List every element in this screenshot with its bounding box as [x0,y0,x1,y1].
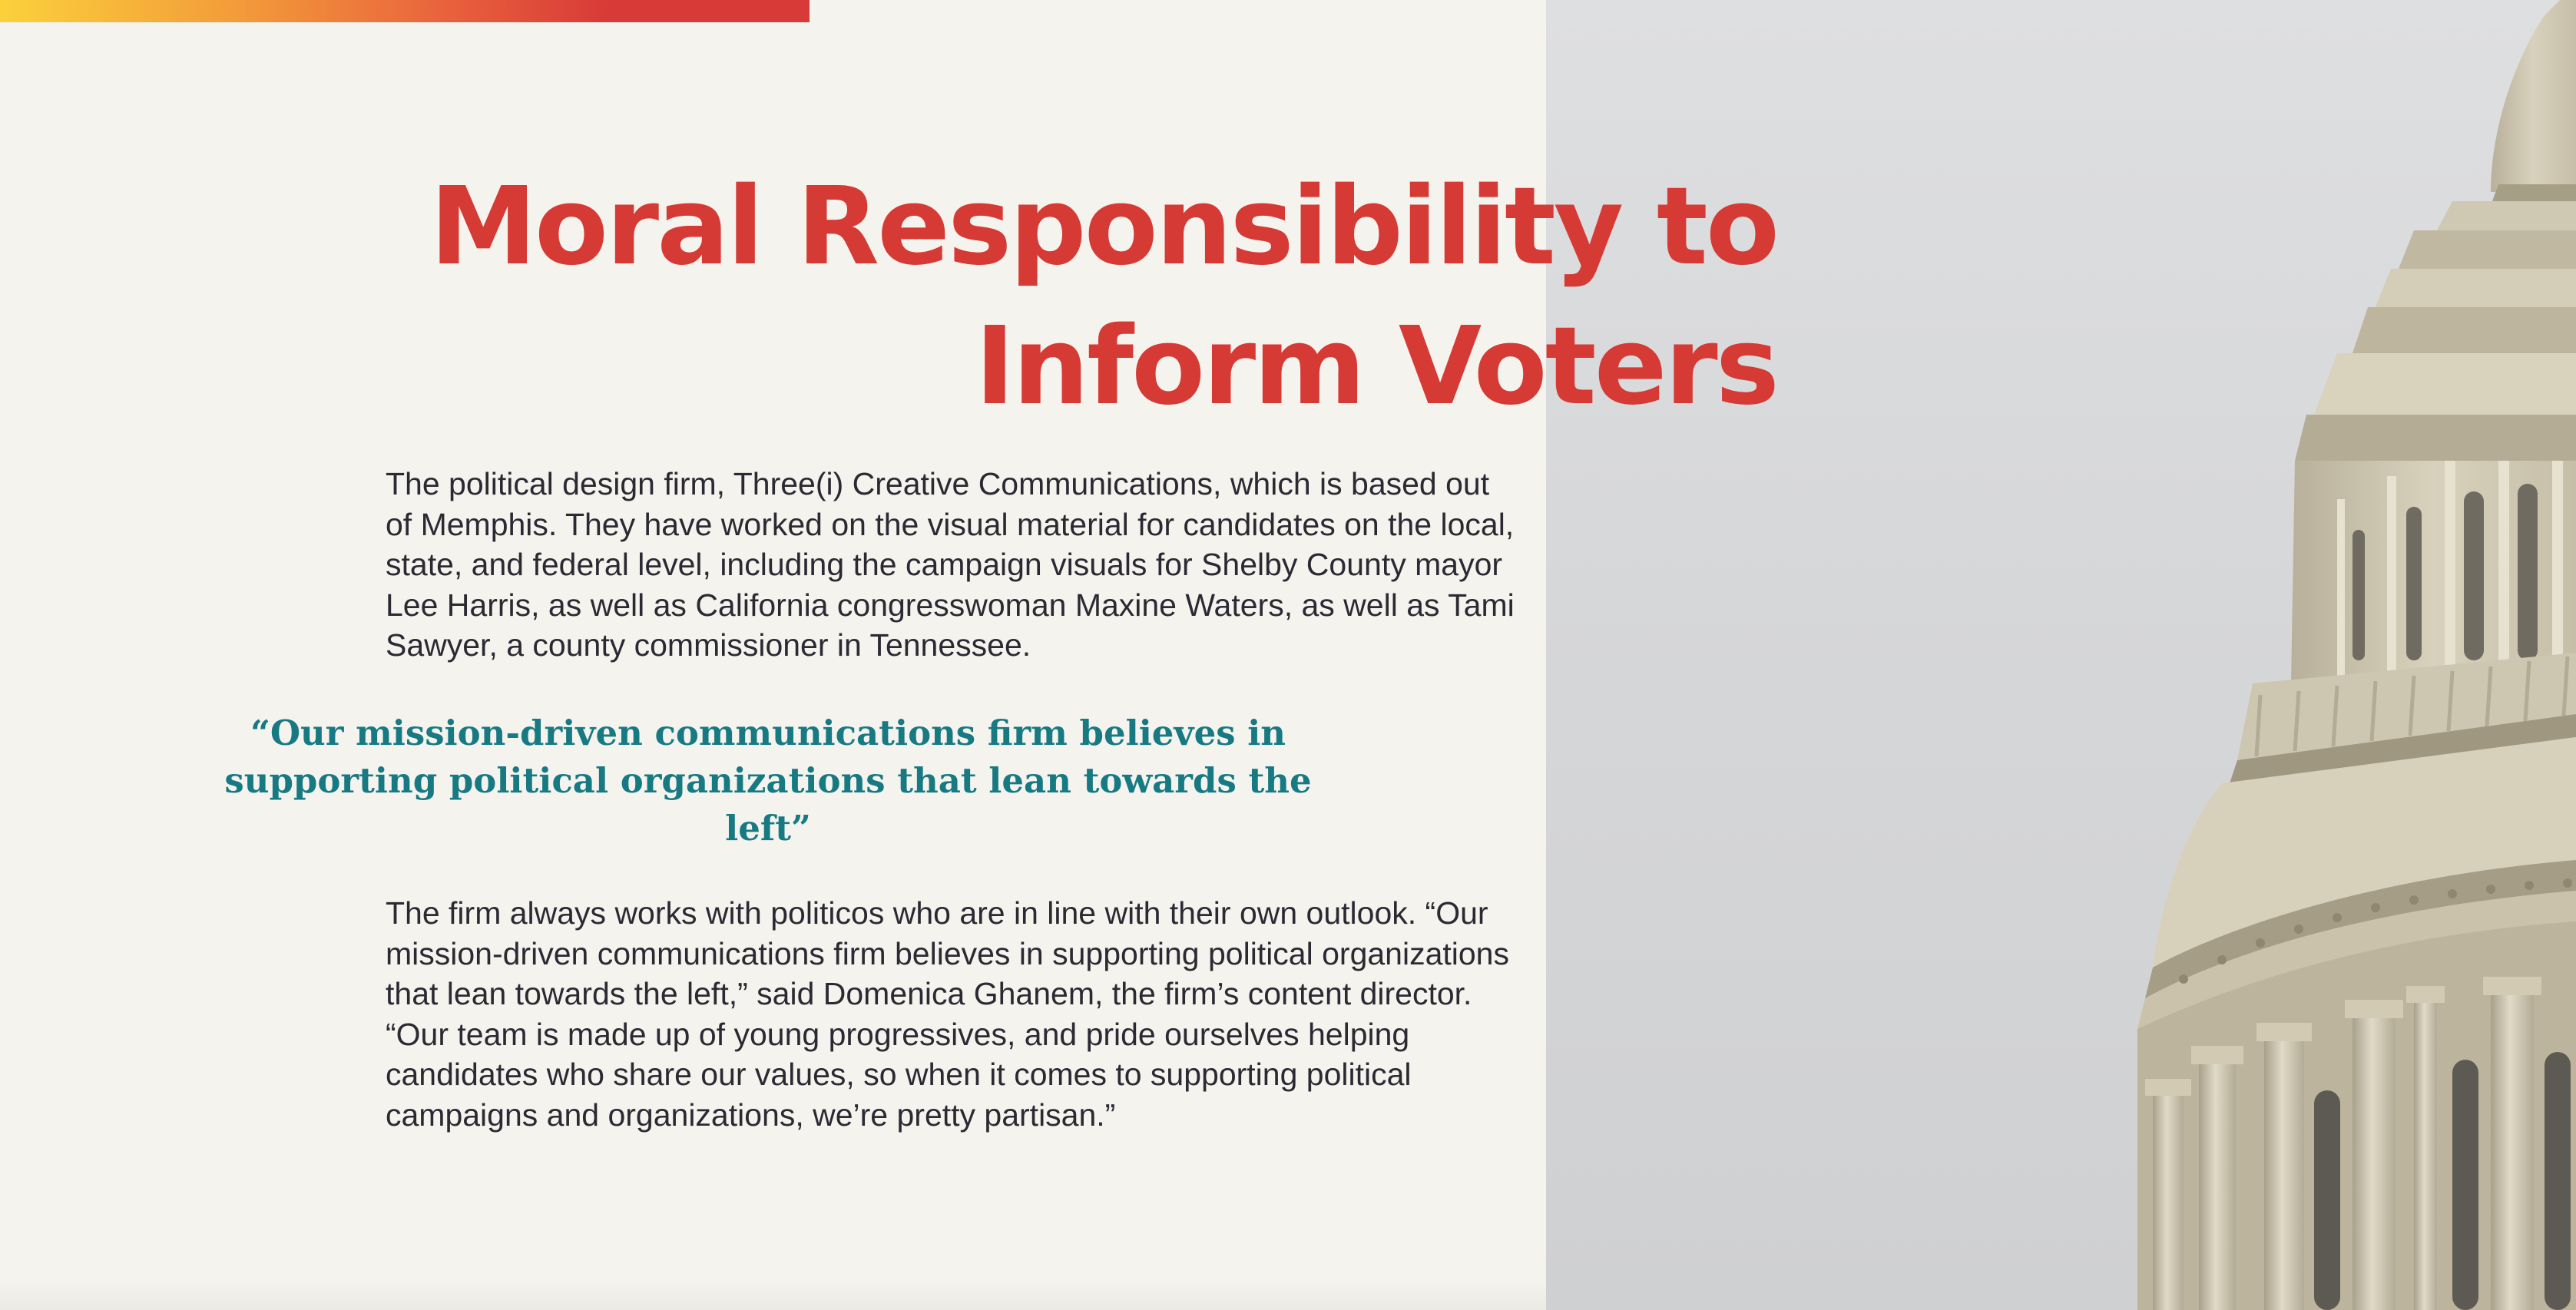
pull-quote: “Our mission-driven communications firm … [224,713,1312,849]
article-page: Moral Responsibility to Inform Voters Th… [0,0,2576,1310]
headline-line-2: Inform Voters [975,304,1780,429]
article-headline: Moral Responsibility to Inform Voters [318,157,1780,437]
body-paragraph-2: The firm always works with politicos who… [386,895,1509,1133]
bottom-shadow [0,1279,1546,1310]
headline-line-1: Moral Responsibility to [429,164,1780,289]
body-paragraph-1: The political design firm, Three(i) Crea… [386,466,1515,663]
top-accent-bar [0,0,810,22]
